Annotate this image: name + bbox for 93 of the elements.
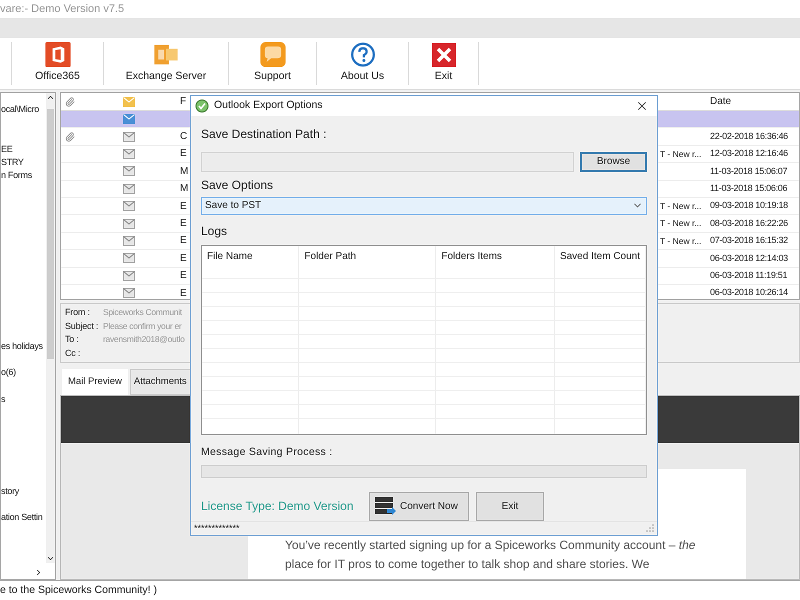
field-label: To :: [65, 333, 80, 346]
table-cell-text: E: [180, 286, 187, 299]
save-option-dropdown[interactable]: Save to PST: [201, 196, 647, 215]
section-label: Save Destination Path :: [201, 126, 328, 143]
scroll-down-icon[interactable]: [46, 554, 55, 563]
folder-item[interactable]: STRY: [1, 156, 24, 168]
column-header[interactable]: Date: [710, 94, 732, 109]
table-cell-text: 09-03-2018 10:19:18: [710, 199, 788, 212]
convert-now-button[interactable]: Convert Now: [369, 492, 469, 520]
table-cell-text: 06-03-2018 11:19:51: [710, 268, 788, 282]
toolbar-button[interactable]: Exchange Server: [104, 42, 229, 85]
section-label: Message Saving Process :: [201, 444, 334, 460]
envelope-icon: [123, 132, 135, 142]
table-cell-text: 07-03-2018 16:15:32: [710, 234, 788, 248]
table-cell-text: 11-03-2018 15:06:06: [710, 182, 788, 195]
folder-item[interactable]: story: [1, 485, 20, 497]
field-value: Please confirm your er: [103, 320, 182, 333]
table-cell-text: 22-02-2018 16:36:46: [710, 130, 788, 143]
email-body-text: You’ve recently started signing up for a Spiceworks Community account – the place for IT pros to come together to talk shop and share stories. We: [285, 537, 696, 573]
chat-bubble-icon: [258, 42, 286, 68]
destination-path-field[interactable]: [201, 152, 574, 172]
field-value: Spiceworks Communit: [103, 306, 182, 320]
tab[interactable]: Attachments: [130, 369, 191, 395]
column-header: File Name: [206, 250, 254, 264]
exchange-logo-icon: [152, 42, 180, 68]
table-cell-text: E: [180, 217, 187, 232]
field-label: Cc :: [65, 346, 82, 360]
column-header: Folder Path: [303, 250, 358, 264]
window-title: vare:- Demo Version v7.5: [0, 2, 124, 17]
field-label: Subject :: [65, 320, 100, 333]
table-cell-text: E: [180, 147, 187, 162]
envelope-icon: [123, 201, 135, 212]
license-text: License Type: Demo Version: [201, 498, 355, 515]
envelope-icon: [123, 166, 135, 176]
exit-button[interactable]: Exit: [476, 492, 544, 520]
scroll-up-icon[interactable]: [46, 93, 55, 102]
table-cell-text: E: [180, 200, 187, 214]
server-icon: [374, 496, 396, 516]
office-logo-icon: [44, 42, 72, 68]
help-icon: [348, 42, 376, 68]
folder-item[interactable]: es holidays: [1, 340, 43, 352]
table-cell-text: 12-03-2018 12:16:46: [710, 147, 788, 160]
app-logo-icon: [195, 98, 209, 113]
folder-item[interactable]: s: [1, 393, 6, 405]
close-icon: [432, 42, 456, 67]
folder-item[interactable]: o(6): [1, 366, 16, 378]
envelope-icon: [123, 236, 135, 246]
table-cell-text: M: [180, 164, 188, 179]
browse-button[interactable]: Browse: [580, 152, 647, 172]
table-cell-text: 08-03-2018 16:22:26: [710, 216, 788, 230]
resize-grip-icon[interactable]: [646, 524, 654, 532]
table-cell: T - New r...: [660, 148, 702, 160]
scroll-right-icon[interactable]: [34, 568, 43, 577]
dialog-status-text: *************: [194, 522, 240, 534]
section-label: Save Options: [201, 176, 274, 194]
table-cell-text: E: [180, 234, 187, 248]
tab[interactable]: Mail Preview: [62, 369, 128, 395]
envelope-icon: [123, 148, 135, 159]
envelope-icon: [123, 253, 135, 264]
table-cell-text: C: [180, 130, 188, 144]
table-cell-text: E: [180, 269, 187, 284]
envelope-icon: [123, 270, 135, 281]
dialog-title: Outlook Export Options: [214, 98, 323, 113]
toolbar-button[interactable]: Support: [229, 42, 317, 85]
envelope-icon: [123, 96, 135, 106]
table-cell: T - New r...: [660, 217, 702, 230]
column-header: Saved Item Count: [558, 250, 641, 264]
table-cell-text: M: [180, 182, 188, 196]
table-cell: 06-03-2018 10:26:14: [710, 286, 788, 299]
table-cell: T - New r...: [660, 200, 702, 213]
toolbar-button[interactable]: Office365: [12, 42, 104, 85]
toolbar-button[interactable]: About Us: [317, 42, 409, 85]
folder-item[interactable]: n Forms: [1, 169, 32, 181]
attachment-icon: [65, 132, 75, 142]
table-cell-text: E: [180, 252, 187, 266]
toolbar-button[interactable]: Exit: [409, 42, 479, 85]
table-cell: T - New r...: [660, 234, 702, 248]
column-header: Folders Items: [440, 250, 503, 264]
envelope-icon: [123, 114, 135, 124]
envelope-icon: [123, 184, 135, 194]
folder-item[interactable]: ocal\Micro: [1, 103, 40, 115]
status-text: e to the Spiceworks Community! ): [0, 582, 157, 598]
envelope-icon: [123, 218, 135, 229]
column-header[interactable]: F: [180, 94, 186, 109]
folder-item[interactable]: ation Settin: [1, 511, 42, 523]
section-label: Logs: [201, 222, 228, 240]
folder-item[interactable]: EE: [1, 143, 12, 155]
table-cell-text: 11-03-2018 15:06:07: [710, 164, 788, 178]
attachment-icon: [65, 96, 75, 106]
scrollbar[interactable]: [46, 93, 55, 563]
field-value: ravensmith2018@outlo: [103, 333, 185, 346]
field-label: From :: [65, 306, 91, 319]
table-cell-text: 06-03-2018 12:14:03: [710, 252, 788, 265]
